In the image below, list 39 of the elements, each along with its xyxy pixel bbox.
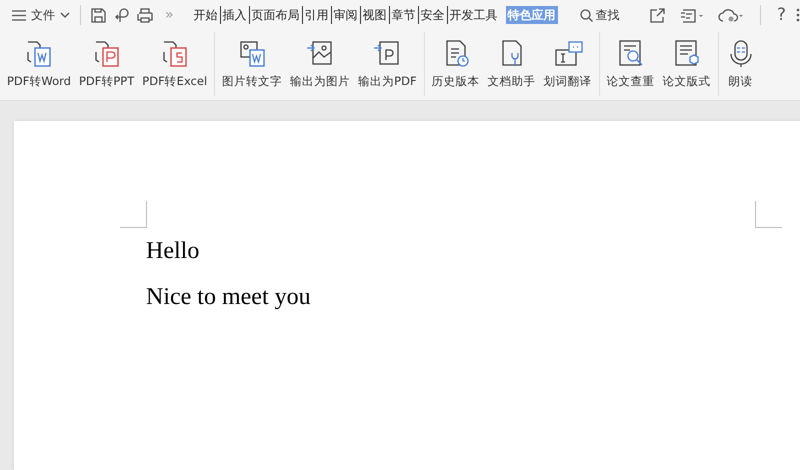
print-icon: [137, 8, 153, 22]
undo-icon: [114, 8, 129, 22]
ribbon-button[interactable]: 论文查重: [604, 36, 658, 91]
ribbon-tab[interactable]: 安全: [418, 6, 447, 24]
ribbon-tab[interactable]: 页面布局: [248, 6, 302, 24]
document-paragraph: Nice to meet you: [146, 283, 312, 311]
ribbon-button[interactable]: 输出为PDF: [355, 36, 420, 91]
ribbon-tab[interactable]: 开始: [192, 6, 220, 24]
ribbon-tab[interactable]: 审阅: [330, 6, 360, 24]
ribbon-button[interactable]: 历史版本: [428, 36, 483, 91]
search-icon: [580, 8, 593, 22]
file-menu-button[interactable]: 文件: [8, 3, 74, 27]
ribbon-button[interactable]: 论文版式: [660, 36, 714, 91]
ribbon-tab[interactable]: 开发工具: [446, 6, 500, 24]
ribbon-tab[interactable]: 视图: [360, 6, 389, 24]
margin-corner-mark: [120, 201, 147, 228]
margin-corner-mark: [755, 201, 782, 228]
ribbon-tab[interactable]: 插入: [220, 6, 249, 24]
help-button[interactable]: ?: [772, 5, 790, 25]
ribbon-tab[interactable]: 章节: [388, 6, 418, 24]
ribbon-button[interactable]: 输出为图片: [287, 36, 354, 91]
chevron-down-icon: [60, 12, 70, 18]
share-icon: [650, 8, 666, 22]
ribbon-button[interactable]: PDF转Excel: [139, 36, 210, 91]
ribbon-button[interactable]: PDF转Word: [4, 36, 74, 91]
ribbon-button[interactable]: 划词翻译: [540, 36, 595, 91]
ribbon-tab[interactable]: 引用: [302, 6, 331, 24]
ribbon-button[interactable]: 图片转文字: [219, 36, 286, 91]
ribbon-button[interactable]: 朗读: [722, 36, 759, 91]
note-dropdown-icon: [680, 8, 704, 22]
save-icon: [91, 8, 106, 22]
menu-icon: [12, 10, 26, 20]
file-menu-label: 文件: [31, 6, 55, 24]
more-vertical-icon[interactable]: [796, 8, 800, 22]
ribbon-button[interactable]: 文档助手: [484, 36, 539, 91]
ribbon-button[interactable]: PDF转PPT: [76, 36, 138, 91]
cloud-dropdown-icon: [718, 8, 744, 22]
search-button[interactable]: 查找: [574, 6, 626, 24]
document-paragraph: Hello: [146, 237, 200, 265]
